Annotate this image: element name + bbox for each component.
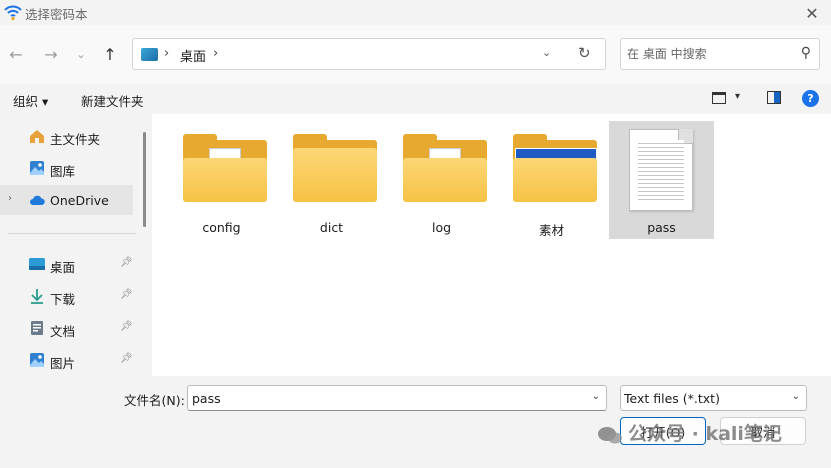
new-folder-button[interactable]: 新建文件夹 <box>81 91 144 110</box>
sidebar-item-desktop[interactable]: 桌面 📌︎ <box>0 249 133 279</box>
preview-pane-icon[interactable] <box>767 91 781 104</box>
title-bar: 选择密码本 ✕ <box>0 0 831 26</box>
file-name-input[interactable] <box>192 389 572 407</box>
gallery-icon <box>30 161 44 175</box>
address-bar[interactable]: › 桌面 › ⌄ ↻ <box>132 38 606 70</box>
sidebar-scrollbar[interactable] <box>143 132 146 227</box>
file-name-field[interactable]: ⌄ <box>187 385 607 411</box>
desktop-icon <box>141 48 158 61</box>
file-item-dict[interactable]: dict <box>279 121 384 239</box>
file-type-value: Text files (*.txt) <box>624 391 720 406</box>
search-input[interactable] <box>627 44 787 64</box>
back-button[interactable]: ← <box>6 44 26 64</box>
navigation-pane: 主文件夹 图库 › OneDrive 桌面 📌︎ 下载 📌︎ 文档 📌︎ 图片 … <box>0 114 152 376</box>
folder-icon <box>183 134 267 204</box>
file-list: config dict log 素材 pass <box>152 114 831 376</box>
file-item-label: 素材 <box>538 223 564 238</box>
file-item-label: log <box>431 220 452 235</box>
file-item-log[interactable]: log <box>389 121 494 239</box>
pin-icon[interactable]: 📌︎ <box>120 257 133 268</box>
sidebar-item-label: 图片 <box>50 356 76 371</box>
breadcrumb-desktop[interactable]: 桌面 <box>180 46 206 65</box>
sidebar-item-label: 图库 <box>50 164 76 179</box>
search-box[interactable]: ⚲ <box>620 38 820 70</box>
sidebar-item-pictures[interactable]: 图片 📌︎ <box>0 345 133 375</box>
pin-icon[interactable]: 📌︎ <box>120 321 133 332</box>
window-title: 选择密码本 <box>25 7 88 22</box>
file-item-materials[interactable]: 素材 <box>499 121 604 239</box>
folder-icon <box>293 134 377 204</box>
recent-locations-button[interactable]: ⌄ <box>71 44 91 64</box>
file-item-label: dict <box>319 220 344 235</box>
watermark: 公众号 · kali笔记 <box>596 419 782 446</box>
folder-icon <box>403 134 487 204</box>
refresh-icon[interactable]: ↻ <box>578 44 591 62</box>
pin-icon[interactable]: 📌︎ <box>120 353 133 364</box>
close-button[interactable]: ✕ <box>801 2 823 24</box>
sidebar-item-label: 桌面 <box>50 260 76 275</box>
command-bar: 组织 ▾ 新建文件夹 ▾ ? <box>0 84 831 114</box>
sidebar-item-label: 下载 <box>50 292 76 307</box>
chevron-down-icon[interactable]: ⌄ <box>792 391 800 402</box>
address-dropdown-icon[interactable]: ⌄ <box>542 46 551 59</box>
sidebar-item-documents[interactable]: 文档 📌︎ <box>0 313 133 343</box>
close-icon: ✕ <box>805 3 819 23</box>
arrow-right-icon: → <box>44 44 58 64</box>
forward-button[interactable]: → <box>41 44 61 64</box>
sidebar-item-home[interactable]: 主文件夹 <box>0 121 133 151</box>
organize-button[interactable]: 组织 ▾ <box>13 91 48 110</box>
cloud-icon <box>30 195 45 205</box>
sidebar-item-onedrive[interactable]: › OneDrive <box>0 185 133 215</box>
chevron-right-icon[interactable]: › <box>8 193 12 204</box>
file-type-select[interactable]: Text files (*.txt) ⌄ <box>620 385 807 411</box>
file-item-config[interactable]: config <box>169 121 274 239</box>
arrow-up-icon: ↑ <box>103 44 117 64</box>
file-item-label: config <box>202 220 241 235</box>
navigation-bar: ← → ⌄ ↑ › 桌面 › ⌄ ↻ ⚲ <box>0 26 831 84</box>
download-icon <box>31 289 43 304</box>
document-icon <box>31 321 43 335</box>
wechat-icon <box>598 426 622 443</box>
desktop-icon <box>29 258 45 270</box>
view-icon[interactable] <box>712 92 726 104</box>
breadcrumb-expand-icon[interactable]: › <box>213 46 218 61</box>
arrow-left-icon: ← <box>9 44 23 64</box>
pin-icon[interactable]: 📌︎ <box>120 289 133 300</box>
sidebar-item-downloads[interactable]: 下载 📌︎ <box>0 281 133 311</box>
breadcrumb-separator-icon: › <box>164 46 170 61</box>
chevron-down-icon[interactable]: ⌄ <box>592 391 600 402</box>
sidebar-item-gallery[interactable]: 图库 <box>0 153 133 183</box>
pictures-icon <box>30 353 44 367</box>
chevron-down-icon: ⌄ <box>76 47 86 61</box>
view-dropdown-icon[interactable]: ▾ <box>735 91 740 102</box>
watermark-text: 公众号 · kali笔记 <box>628 423 782 445</box>
file-item-pass[interactable]: pass <box>609 121 714 239</box>
sidebar-item-label: 主文件夹 <box>50 132 101 147</box>
sidebar-item-label: OneDrive <box>50 193 109 208</box>
file-item-label: pass <box>647 220 676 235</box>
folder-icon <box>513 134 597 204</box>
up-button[interactable]: ↑ <box>100 44 120 64</box>
text-file-icon <box>629 129 693 211</box>
sidebar-divider <box>8 233 136 234</box>
search-icon[interactable]: ⚲ <box>801 45 811 61</box>
sidebar-item-label: 文档 <box>50 324 76 339</box>
home-icon <box>30 130 44 143</box>
file-name-label: 文件名(N): <box>124 393 185 408</box>
wifi-icon <box>4 5 22 21</box>
help-icon[interactable]: ? <box>802 90 819 107</box>
